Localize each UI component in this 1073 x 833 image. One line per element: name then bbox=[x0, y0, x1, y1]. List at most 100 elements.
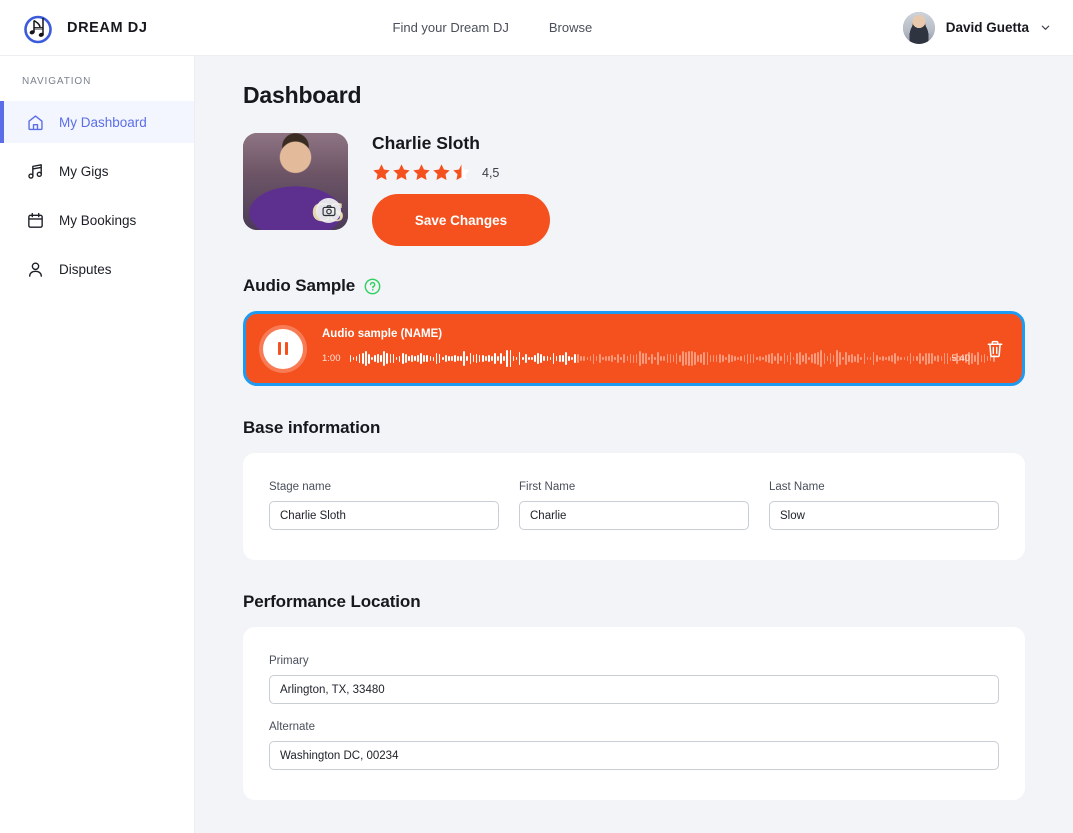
waveform-bar bbox=[414, 356, 416, 361]
waveform-bar bbox=[497, 355, 499, 362]
question-circle-icon[interactable] bbox=[364, 278, 381, 295]
waveform-bar bbox=[675, 353, 678, 364]
total-time: 5:40 bbox=[951, 353, 971, 364]
waveform-bar bbox=[491, 355, 493, 362]
sidebar-title: NAVIGATION bbox=[22, 76, 92, 87]
waveform-bar bbox=[407, 355, 410, 362]
waveform-bar bbox=[620, 357, 623, 360]
waveform[interactable] bbox=[349, 348, 995, 370]
waveform-bar bbox=[765, 355, 767, 362]
section-title: Audio Sample bbox=[243, 276, 356, 295]
audio-player[interactable]: Audio sample (NAME) 1:00 5:40 bbox=[243, 311, 1025, 386]
profile-avatar[interactable]: CS bbox=[243, 133, 348, 230]
waveform-bar bbox=[718, 353, 721, 364]
base-information-card: Stage name First Name Last Name bbox=[243, 453, 1025, 560]
sidebar-item-my-gigs[interactable]: My Gigs bbox=[0, 150, 194, 192]
waveform-bar bbox=[980, 355, 983, 362]
user-menu[interactable]: David Guetta bbox=[902, 11, 1051, 44]
waveform-bar bbox=[574, 354, 576, 363]
waveform-bar bbox=[546, 356, 549, 361]
nav-link-find-dj[interactable]: Find your Dream DJ bbox=[393, 20, 509, 35]
waveform-bar bbox=[761, 356, 764, 361]
delete-audio-button[interactable] bbox=[984, 338, 1006, 360]
calendar-icon bbox=[28, 212, 43, 228]
waveform-bar bbox=[786, 354, 789, 363]
sidebar-item-label: My Bookings bbox=[59, 212, 137, 228]
alternate-location-input[interactable] bbox=[269, 741, 999, 770]
waveform-bar bbox=[725, 356, 727, 361]
sidebar-item-disputes[interactable]: Disputes bbox=[0, 248, 194, 290]
waveform-bar bbox=[543, 355, 546, 362]
waveform-bar bbox=[500, 352, 503, 365]
waveform-bar bbox=[524, 354, 527, 363]
field-first-name: First Name bbox=[519, 481, 749, 530]
waveform-bar bbox=[623, 354, 626, 363]
waveform-bar bbox=[432, 356, 435, 361]
waveform-bar bbox=[681, 350, 684, 367]
waveform-bar bbox=[863, 353, 866, 364]
brand-logo[interactable]: DREAM DJ bbox=[22, 11, 148, 45]
waveform-bar bbox=[386, 352, 389, 365]
waveform-bar bbox=[869, 357, 872, 360]
waveform-bar bbox=[460, 356, 462, 361]
waveform-bar bbox=[678, 355, 681, 362]
waveform-bar bbox=[374, 354, 376, 363]
section-title: Performance Location bbox=[243, 592, 421, 611]
waveform-bar bbox=[688, 350, 690, 367]
play-pause-button[interactable] bbox=[263, 328, 303, 369]
waveform-bar bbox=[361, 353, 364, 364]
waveform-bar bbox=[571, 356, 573, 361]
waveform-bar bbox=[592, 353, 595, 364]
app-root: DREAM DJ Find your Dream DJ Browse David… bbox=[0, 0, 1073, 833]
chevron-down-icon[interactable] bbox=[1040, 22, 1051, 33]
waveform-bar bbox=[888, 356, 890, 361]
waveform-bar bbox=[371, 357, 373, 360]
waveform-bar bbox=[798, 351, 801, 366]
waveform-bar bbox=[842, 356, 844, 361]
waveform-bar bbox=[364, 351, 367, 366]
field-label: Last Name bbox=[769, 481, 825, 493]
music-note-circle-logo bbox=[24, 15, 52, 43]
waveform-bar bbox=[768, 353, 770, 364]
star-icon bbox=[373, 164, 390, 181]
primary-location-input[interactable] bbox=[269, 675, 999, 704]
first-name-input[interactable] bbox=[519, 501, 749, 530]
stage-name-input[interactable] bbox=[269, 501, 499, 530]
waveform-bar bbox=[866, 356, 869, 361]
waveform-bar bbox=[749, 353, 752, 364]
waveform-bar bbox=[549, 356, 552, 361]
star-icon bbox=[413, 164, 430, 181]
waveform-bar bbox=[558, 355, 561, 362]
sidebar-item-my-dashboard[interactable]: My Dashboard bbox=[0, 101, 194, 143]
waveform-bar bbox=[629, 353, 632, 364]
waveform-bar bbox=[937, 354, 940, 363]
rating: 4,5 bbox=[372, 163, 550, 182]
waveform-bar bbox=[580, 355, 583, 362]
waveform-bar bbox=[925, 352, 927, 365]
waveform-bar bbox=[484, 356, 487, 361]
last-name-input[interactable] bbox=[769, 501, 999, 530]
sidebar-item-label: My Gigs bbox=[59, 163, 109, 179]
waveform-bar bbox=[654, 357, 656, 360]
waveform-bar bbox=[355, 356, 358, 361]
waveform-bar bbox=[552, 352, 555, 365]
brand-name: DREAM DJ bbox=[67, 19, 148, 36]
waveform-bar bbox=[604, 356, 607, 361]
nav-link-browse[interactable]: Browse bbox=[549, 20, 592, 35]
waveform-bar bbox=[448, 356, 450, 361]
waveform-bar bbox=[503, 356, 506, 361]
waveform-bar bbox=[789, 352, 792, 365]
change-photo-button[interactable] bbox=[316, 198, 341, 223]
waveform-bar bbox=[429, 355, 432, 362]
waveform-bar bbox=[946, 353, 949, 364]
waveform-bar bbox=[617, 354, 619, 363]
waveform-bar bbox=[752, 353, 755, 364]
waveform-bar bbox=[494, 353, 496, 364]
waveform-bar bbox=[943, 353, 946, 364]
waveform-bar bbox=[577, 353, 579, 364]
sidebar-item-my-bookings[interactable]: My Bookings bbox=[0, 199, 194, 241]
profile-section: CS Charlie Sloth bbox=[243, 133, 1025, 246]
field-label: First Name bbox=[519, 481, 576, 493]
save-changes-button[interactable]: Save Changes bbox=[372, 194, 550, 246]
waveform-bar bbox=[783, 353, 786, 364]
